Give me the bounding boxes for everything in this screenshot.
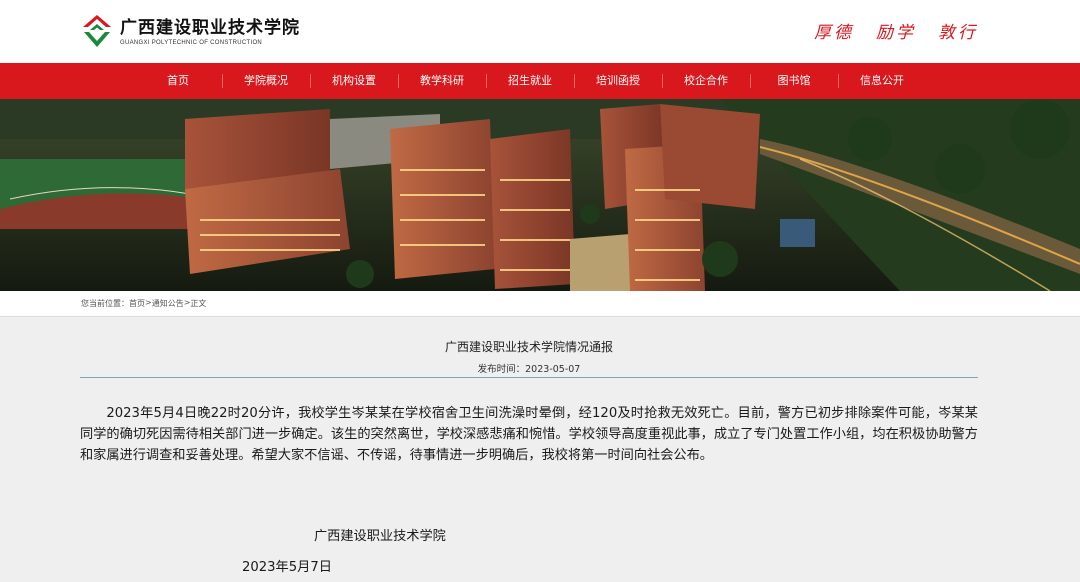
nav-item-home[interactable]: 首页	[134, 63, 222, 99]
motto-word: 敦行	[938, 23, 978, 43]
article-title: 广西建设职业技术学院情况通报	[444, 340, 613, 354]
site-logo[interactable]: 广西建设职业技术学院 GUANGXI POLYTECHNIC OF CONSTR…	[80, 12, 300, 52]
motto-word: 厚德	[814, 23, 854, 43]
nav-item-library[interactable]: 图书馆	[750, 63, 838, 99]
nav-item-info-disclosure[interactable]: 信息公开	[838, 63, 926, 99]
nav-item-overview[interactable]: 学院概况	[222, 63, 310, 99]
title-divider	[80, 377, 978, 378]
signature-date: 2023年5月7日	[242, 560, 332, 575]
nav-item-departments[interactable]: 机构设置	[310, 63, 398, 99]
main-nav: 首页 学院概况 机构设置 教学科研 招生就业 培训函授 校企合作 图书馆 信息公…	[0, 63, 1080, 99]
school-motto: 厚德 励学 敦行	[814, 18, 978, 43]
breadcrumb-bar: 您当前位置： 首页 > 通知公告 > 正文	[0, 291, 1080, 317]
breadcrumb-notices-link[interactable]: 通知公告	[152, 298, 184, 309]
nav-item-training[interactable]: 培训函授	[574, 63, 662, 99]
nav-item-admissions[interactable]: 招生就业	[486, 63, 574, 99]
signature-organization: 广西建设职业技术学院	[314, 529, 446, 544]
motto-word: 励学	[876, 23, 916, 43]
campus-banner-image	[0, 99, 1080, 291]
logo-emblem-icon	[80, 14, 114, 50]
article-publish-date: 发布时间：2023-05-07	[477, 364, 581, 375]
logo-chinese-name: 广西建设职业技术学院	[120, 18, 300, 38]
breadcrumb-home-link[interactable]: 首页	[129, 298, 145, 309]
breadcrumb-current: 正文	[190, 299, 207, 308]
article-content: 广西建设职业技术学院情况通报 发布时间：2023-05-07 2023年5月4日…	[80, 317, 978, 582]
nav-item-teaching-research[interactable]: 教学科研	[398, 63, 486, 99]
nav-item-industry-cooperation[interactable]: 校企合作	[662, 63, 750, 99]
article-body: 2023年5月4日晚22时20分许，我校学生岑某某在学校宿舍卫生间洗澡时晕倒，经…	[80, 406, 978, 463]
breadcrumb-separator: >	[145, 298, 152, 307]
site-header: 广西建设职业技术学院 GUANGXI POLYTECHNIC OF CONSTR…	[0, 0, 1080, 63]
breadcrumb-separator: >	[183, 298, 191, 307]
logo-english-name: GUANGXI POLYTECHNIC OF CONSTRUCTION	[120, 40, 263, 46]
breadcrumb-prefix: 您当前位置：	[81, 299, 129, 308]
breadcrumb: 您当前位置： 首页 > 通知公告 > 正文	[81, 298, 206, 309]
